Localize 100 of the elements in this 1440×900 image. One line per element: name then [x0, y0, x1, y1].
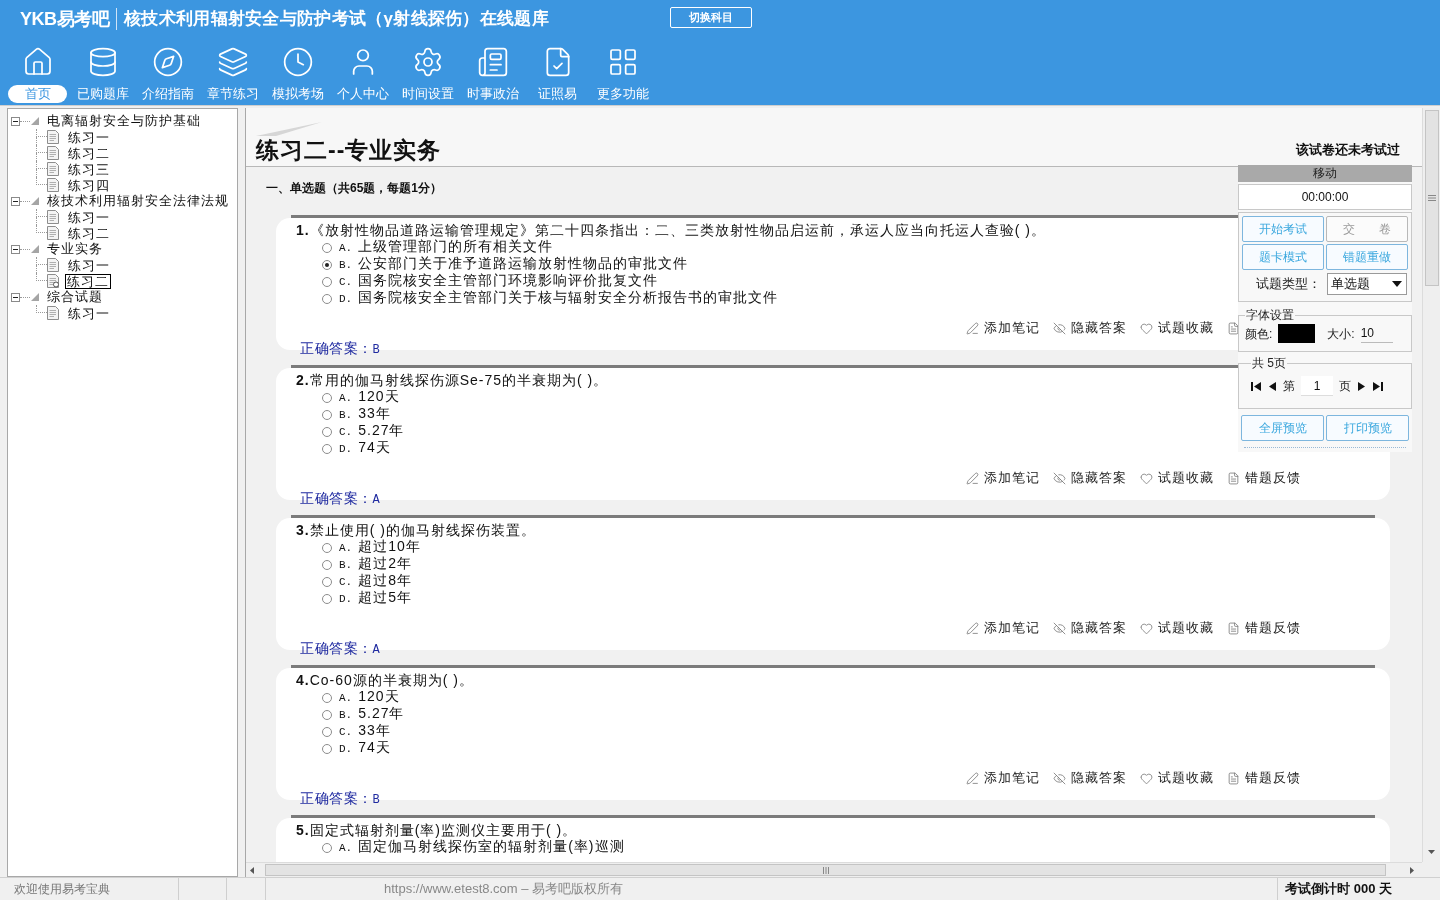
radio-icon[interactable] — [322, 426, 332, 437]
scroll-down-icon[interactable] — [1428, 850, 1435, 854]
tree-folder-label[interactable]: 核技术利用辐射安全法律法规 — [47, 191, 229, 211]
favorite-button[interactable]: 试题收藏 — [1140, 768, 1214, 788]
collapse-icon[interactable] — [11, 292, 20, 302]
tree-item[interactable]: 练习一 — [66, 129, 112, 145]
next-page-icon[interactable] — [1357, 381, 1367, 391]
welcome-text: 欢迎使用易考宝典 — [13, 881, 111, 898]
tree-folder-label[interactable]: 专业实务 — [47, 239, 103, 259]
tree-folder-label[interactable]: 综合试题 — [47, 287, 103, 307]
compass-icon — [151, 46, 184, 78]
font-size-field[interactable]: 10 — [1360, 324, 1393, 343]
option-text: B. 5.27年 — [339, 705, 405, 723]
add-note-button[interactable]: 添加笔记 — [966, 768, 1040, 788]
radio-icon[interactable] — [322, 559, 332, 570]
radio-icon[interactable] — [322, 409, 332, 420]
tree-item[interactable]: 练习三 — [66, 161, 112, 177]
feedback-button[interactable]: 错题反馈 — [1227, 618, 1301, 638]
radio-icon[interactable] — [322, 542, 332, 553]
option-text: B. 公安部门关于准予道路运输放射性物品的审批文件 — [339, 255, 689, 273]
radio-icon[interactable] — [322, 593, 332, 604]
question-text: 5.固定式辐射剂量(率)监测仪主要用于( )。 — [296, 821, 578, 839]
exam-countdown: 考试倒计时 000 天 — [1285, 880, 1392, 899]
option-text: A. 120天 — [339, 388, 400, 406]
question-text: 3.禁止使用( )的伽马射线探伤装置。 — [296, 521, 536, 539]
heart-icon — [1140, 771, 1153, 785]
pencil-icon — [966, 321, 979, 335]
scroll-right-icon[interactable] — [1410, 866, 1414, 874]
eye-off-icon — [1053, 771, 1066, 785]
add-note-button[interactable]: 添加笔记 — [966, 618, 1040, 638]
radio-icon[interactable] — [322, 743, 332, 754]
hide-answer-button[interactable]: 隐藏答案 — [1053, 618, 1127, 638]
document-icon — [47, 226, 59, 240]
radio-icon[interactable] — [322, 709, 332, 720]
radio-icon[interactable] — [322, 726, 332, 737]
tree-item[interactable]: 练习二 — [66, 145, 112, 161]
collapse-icon[interactable] — [11, 116, 20, 126]
favorite-button[interactable]: 试题收藏 — [1140, 618, 1214, 638]
triangle-icon — [31, 197, 39, 205]
section-heading: 一、单选题（共65题，每题1分） — [266, 181, 443, 195]
option-text: B. 33年 — [339, 405, 391, 423]
app-logo: YKB易考吧 — [20, 7, 109, 31]
tree-folder-label[interactable]: 电离辐射安全与防护基础 — [47, 111, 201, 131]
document-pin-icon — [47, 274, 59, 288]
collapse-icon[interactable] — [11, 196, 20, 206]
page-count-legend: 共 5页 — [1251, 354, 1287, 372]
document-icon — [1227, 471, 1240, 485]
radio-icon[interactable] — [322, 692, 332, 703]
first-page-icon[interactable] — [1251, 381, 1261, 391]
vertical-scrollbar[interactable] — [1422, 108, 1440, 862]
hide-answer-button[interactable]: 隐藏答案 — [1053, 468, 1127, 488]
document-icon — [1227, 771, 1240, 785]
tree-item[interactable]: 练习四 — [66, 177, 112, 193]
tree-item[interactable]: 练习二 — [66, 225, 112, 241]
feedback-button[interactable]: 错题反馈 — [1227, 468, 1301, 488]
radio-icon[interactable] — [322, 443, 332, 454]
document-icon — [47, 258, 59, 272]
radio-icon[interactable] — [322, 293, 332, 304]
hide-answer-button[interactable]: 隐藏答案 — [1053, 318, 1127, 338]
type-select[interactable]: 单选题 — [1327, 273, 1407, 295]
last-page-icon[interactable] — [1373, 381, 1383, 391]
radio-selected-icon[interactable] — [322, 259, 332, 270]
tree-item[interactable]: 练习一 — [66, 257, 112, 273]
previous-page-icon[interactable] — [1267, 381, 1277, 391]
eye-off-icon — [1053, 621, 1066, 635]
document-icon — [47, 178, 59, 192]
heart-icon — [1140, 321, 1153, 335]
hide-answer-button[interactable]: 隐藏答案 — [1053, 768, 1127, 788]
feedback-button[interactable]: 错题反馈 — [1227, 768, 1301, 788]
tree-item[interactable]: 练习一 — [66, 209, 112, 225]
option-text: C. 国务院核安全主管部门环境影响评价批复文件 — [339, 272, 659, 290]
scrollbar-thumb[interactable] — [265, 864, 1386, 876]
option-text: C. 33年 — [339, 722, 391, 740]
document-icon[interactable] — [1227, 321, 1240, 335]
add-note-button[interactable]: 添加笔记 — [966, 468, 1040, 488]
horizontal-scrollbar[interactable] — [246, 862, 1422, 877]
radio-icon[interactable] — [322, 842, 332, 853]
triangle-icon — [31, 245, 39, 253]
option-text: C. 5.27年 — [339, 422, 405, 440]
color-label: 颜色: — [1245, 325, 1273, 343]
document-icon — [47, 210, 59, 224]
font-color-swatch[interactable] — [1278, 324, 1316, 343]
scrollbar-thumb[interactable] — [1424, 110, 1439, 286]
radio-icon[interactable] — [322, 392, 332, 403]
drag-handle[interactable]: 移动 — [1238, 165, 1412, 182]
radio-icon[interactable] — [322, 276, 332, 287]
option-text: A. 120天 — [339, 688, 400, 706]
document-icon — [47, 146, 59, 160]
radio-icon[interactable] — [322, 242, 332, 253]
scroll-left-icon[interactable] — [250, 866, 254, 874]
add-note-button[interactable]: 添加笔记 — [966, 318, 1040, 338]
size-label: 大小: — [1327, 325, 1355, 343]
radio-icon[interactable] — [322, 576, 332, 587]
favorite-button[interactable]: 试题收藏 — [1140, 468, 1214, 488]
page-number-field[interactable]: 1 — [1301, 376, 1333, 396]
tree-item[interactable]: 练习二 — [65, 273, 111, 289]
favorite-button[interactable]: 试题收藏 — [1140, 318, 1214, 338]
timer-display: 00:00:00 — [1238, 184, 1412, 210]
tree-item[interactable]: 练习一 — [66, 305, 112, 321]
collapse-icon[interactable] — [11, 244, 20, 254]
